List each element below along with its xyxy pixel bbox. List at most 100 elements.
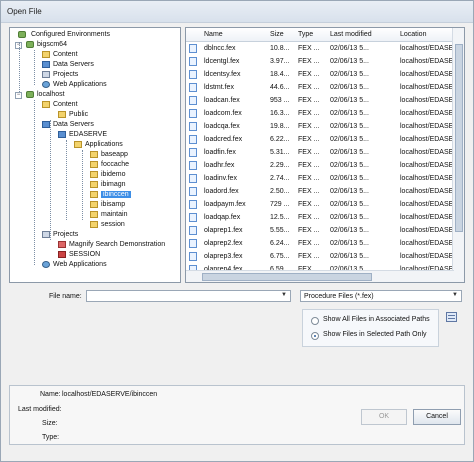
- tree-node-session-project[interactable]: SESSION: [58, 250, 100, 260]
- file-name-cell: loadord.fex: [204, 188, 239, 195]
- file-icon: [189, 83, 197, 92]
- show-selected-path-radio[interactable]: [311, 332, 319, 340]
- tree-node-ibimagn[interactable]: ibimagn: [90, 180, 126, 190]
- column-last-modified[interactable]: Last modified: [330, 31, 372, 38]
- column-size[interactable]: Size: [270, 31, 284, 38]
- file-type-cell: FEX ...: [298, 227, 320, 234]
- selected-tree-node-label: ibinccen: [101, 191, 131, 198]
- file-name-input[interactable]: ▼: [86, 290, 291, 302]
- tree-node-magnify-search-demonstration[interactable]: Magnify Search Demonstration: [58, 240, 165, 250]
- tree-root[interactable]: Configured Environments: [18, 30, 110, 40]
- chevron-down-icon[interactable]: ▼: [451, 292, 459, 300]
- file-size-cell: 19.8...: [270, 123, 290, 130]
- tree-node-bigscm64[interactable]: bigscm64: [26, 40, 67, 50]
- file-row[interactable]: ldcentsy.fex 18.4... FEX ... 02/06/13 5... l…: [186, 69, 452, 80]
- show-all-files-radio[interactable]: [311, 317, 319, 325]
- tree-node-label: localhost: [37, 91, 65, 98]
- tree-node-maintain[interactable]: maintain: [90, 210, 127, 220]
- file-name-cell: ldcentsy.fex: [204, 71, 241, 78]
- tree-node-applications[interactable]: Applications: [74, 140, 123, 150]
- file-row[interactable]: loadqap.fex 12.5... FEX ... 02/06/13 5... lo…: [186, 212, 452, 223]
- ok-button[interactable]: OK: [361, 409, 407, 425]
- file-row[interactable]: loadcan.fex 953 ... FEX ... 02/06/13 5... lo…: [186, 95, 452, 106]
- file-row[interactable]: ldstmt.fex 44.6... FEX ... 02/06/13 5... loc…: [186, 82, 452, 93]
- file-modified-cell: 02/06/13 5...: [330, 110, 369, 117]
- cancel-button[interactable]: Cancel: [413, 409, 461, 425]
- tree-node-content[interactable]: Content: [42, 100, 78, 110]
- horizontal-scroll-thumb[interactable]: [202, 273, 372, 281]
- tree-node-label: Data Servers: [53, 121, 94, 128]
- file-row[interactable]: olaprep1.fex 5.55... FEX ... 02/06/13 5... l…: [186, 225, 452, 236]
- calendar-icon[interactable]: [446, 312, 457, 322]
- environment-tree[interactable]: Configured Environments − bigscm64 Conte…: [9, 27, 181, 283]
- vertical-scroll-thumb[interactable]: [455, 44, 463, 232]
- file-list[interactable]: Name Size Type Last modified Location db…: [185, 27, 465, 283]
- project-icon: [42, 70, 50, 78]
- environment-icon: [26, 40, 34, 48]
- folder-icon: [74, 140, 82, 148]
- file-type-cell: FEX ...: [298, 175, 320, 182]
- file-row[interactable]: ldcentgl.fex 3.97... FEX ... 02/06/13 5... l…: [186, 56, 452, 67]
- server-icon: [42, 60, 50, 68]
- file-row[interactable]: dblncc.fex 10.8... FEX ... 02/06/13 5... loc…: [186, 43, 452, 54]
- file-name-cell: loadcan.fex: [204, 97, 240, 104]
- file-location-cell: localhost/EDASERV...: [400, 188, 452, 195]
- file-row[interactable]: loadfin.fex 5.31... FEX ... 02/06/13 5... lo…: [186, 147, 452, 158]
- file-type-cell: FEX ...: [298, 58, 320, 65]
- tree-node-localhost[interactable]: localhost: [26, 90, 65, 100]
- tree-node-label: Web Applications: [53, 261, 107, 268]
- file-list-horizontal-scrollbar[interactable]: [186, 270, 454, 282]
- file-type-select[interactable]: Procedure Files (*.fex) ▼: [300, 290, 462, 302]
- tree-node-label: Projects: [53, 231, 79, 238]
- column-location[interactable]: Location: [400, 31, 426, 38]
- open-file-dialog: Open File Configured Environments − bigs…: [0, 0, 474, 462]
- tree-node-projects[interactable]: Projects: [42, 230, 78, 240]
- tree-node-content[interactable]: Content: [42, 50, 78, 60]
- file-modified-cell: 02/06/13 5...: [330, 97, 369, 104]
- file-row[interactable]: loadcom.fex 16.3... FEX ... 02/06/13 5... lo…: [186, 108, 452, 119]
- file-modified-cell: 02/06/13 5...: [330, 84, 369, 91]
- file-name-cell: ldstmt.fex: [204, 84, 234, 91]
- column-type[interactable]: Type: [298, 31, 313, 38]
- details-type-label: Type:: [42, 434, 60, 441]
- file-row[interactable]: loadpaym.fex 729 ... FEX ... 02/06/13 5... l…: [186, 199, 452, 210]
- expand-localhost-icon[interactable]: −: [15, 92, 22, 99]
- show-selected-path-label[interactable]: Show Files in Selected Path Only: [323, 331, 427, 338]
- tree-node-data-servers[interactable]: Data Servers: [42, 60, 94, 70]
- tree-node-foccache[interactable]: foccache: [90, 160, 129, 170]
- chevron-down-icon[interactable]: ▼: [280, 292, 288, 300]
- file-list-vertical-scrollbar[interactable]: [452, 28, 464, 282]
- details-modified-label: Last modified:: [18, 406, 62, 413]
- tree-node-label: Web Applications: [53, 81, 107, 88]
- tree-node-ibinccen[interactable]: ibinccen: [90, 190, 131, 200]
- column-name[interactable]: Name: [204, 31, 223, 38]
- file-icon: [189, 252, 197, 261]
- file-row[interactable]: loadinv.fex 2.74... FEX ... 02/06/13 5... lo…: [186, 173, 452, 184]
- file-size-cell: 953 ...: [270, 97, 290, 104]
- tree-node-session[interactable]: session: [90, 220, 125, 230]
- tree-node-web-applications[interactable]: Web Applications: [42, 80, 107, 90]
- tree-node-public[interactable]: Public: [58, 110, 88, 120]
- tree-node-web-applications-local[interactable]: Web Applications: [42, 260, 107, 270]
- file-row[interactable]: loadcred.fex 6.22... FEX ... 02/06/13 5... l…: [186, 134, 452, 145]
- show-all-files-label[interactable]: Show All Files in Associated Paths: [323, 316, 430, 323]
- file-location-cell: localhost/EDASERV...: [400, 162, 452, 169]
- tree-node-label: SESSION: [69, 251, 101, 258]
- tree-node-baseapp[interactable]: baseapp: [90, 150, 128, 160]
- tree-node-ibisamp[interactable]: ibisamp: [90, 200, 125, 210]
- tree-node-label: Magnify Search Demonstration: [69, 241, 166, 248]
- file-row[interactable]: loadord.fex 2.50... FEX ... 02/06/13 5... lo…: [186, 186, 452, 197]
- file-name-cell: loadinv.fex: [204, 175, 237, 182]
- file-row[interactable]: loadcqa.fex 19.8... FEX ... 02/06/13 5... lo…: [186, 121, 452, 132]
- tree-node-edaserve[interactable]: EDASERVE: [58, 130, 107, 140]
- tree-node-projects[interactable]: Projects: [42, 70, 78, 80]
- file-location-cell: localhost/EDASERV...: [400, 201, 452, 208]
- file-row[interactable]: loadhr.fex 2.29... FEX ... 02/06/13 5... loc…: [186, 160, 452, 171]
- web-icon: [42, 80, 50, 88]
- tree-node-ibidemo[interactable]: ibidemo: [90, 170, 126, 180]
- file-icon: [189, 161, 197, 170]
- file-row[interactable]: olaprep3.fex 6.75... FEX ... 02/06/13 5... l…: [186, 251, 452, 262]
- file-row[interactable]: olaprep2.fex 6.24... FEX ... 02/06/13 5... l…: [186, 238, 452, 249]
- file-location-cell: localhost/EDASERV...: [400, 149, 452, 156]
- file-modified-cell: 02/06/13 5...: [330, 136, 369, 143]
